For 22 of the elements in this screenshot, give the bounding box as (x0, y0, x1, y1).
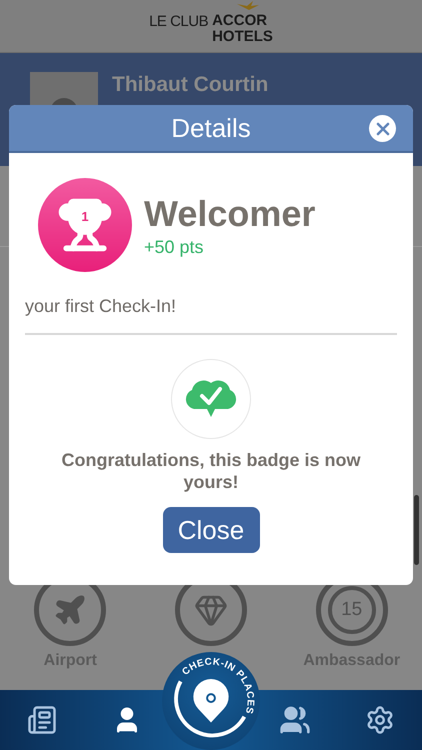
trophy-icon (57, 197, 113, 253)
congrats-message: Congratulations, this badge is now yours! (60, 449, 362, 493)
close-icon[interactable] (369, 115, 396, 142)
location-pin-icon (193, 679, 229, 723)
badge-points: +50 pts (144, 236, 205, 258)
badge-name: Welcomer (144, 192, 316, 234)
people-icon (279, 704, 312, 736)
logo-text: HOTELS (212, 29, 273, 45)
logo-text: LE CLUB (149, 13, 208, 31)
user-name: Thibaut Courtin (112, 72, 268, 98)
newspaper-icon (27, 705, 58, 735)
logo-text: ACCOR (212, 13, 268, 29)
scroll-bar (414, 495, 419, 565)
bird-icon (236, 1, 259, 11)
close-button[interactable]: Close (162, 507, 260, 553)
dialog-title: Details (171, 112, 251, 144)
diamond-icon (194, 593, 228, 627)
cloud-check-icon (171, 359, 251, 439)
settings-icon (364, 705, 395, 735)
airplane-icon (53, 593, 88, 627)
badge-rank: 1 (80, 209, 90, 224)
badge-description: your first Check-In! (25, 296, 178, 317)
